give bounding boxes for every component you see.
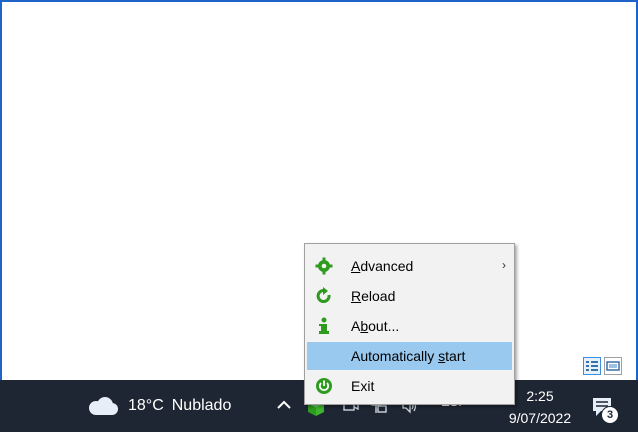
menu-item-label: Automatically start	[351, 348, 466, 364]
info-icon	[319, 317, 329, 334]
menu-item-label: Advanced	[351, 258, 414, 274]
gear-icon	[315, 257, 333, 275]
clock-date: 9/07/2022	[508, 410, 572, 426]
preview-view-button[interactable]	[604, 357, 622, 375]
menu-item-label: Reload	[351, 288, 396, 304]
notification-center-button[interactable]: 3	[591, 394, 621, 424]
tray-context-menu: Advanced › Reload About... Automatically…	[304, 243, 515, 405]
submenu-arrow-icon: ›	[502, 258, 506, 272]
chevron-up-icon[interactable]	[275, 396, 293, 414]
notification-count-badge: 3	[601, 406, 619, 424]
menu-item-advanced[interactable]: Advanced ›	[307, 252, 512, 280]
view-switch	[583, 357, 622, 377]
reload-icon	[316, 287, 331, 303]
cloud-icon	[86, 397, 120, 415]
menu-item-label: Exit	[351, 378, 375, 394]
menu-item-label: About...	[351, 318, 400, 334]
menu-item-about[interactable]: About...	[307, 312, 512, 340]
power-icon	[316, 378, 332, 394]
menu-item-automatically-start[interactable]: Automatically start	[307, 342, 512, 370]
menu-item-reload[interactable]: Reload	[307, 282, 512, 310]
details-view-button[interactable]	[583, 357, 601, 375]
menu-item-exit[interactable]: Exit	[307, 372, 512, 400]
weather-condition: Nublado	[171, 397, 232, 414]
weather-widget[interactable]: 18°C Nublado	[86, 380, 231, 432]
weather-temperature: 18°C	[128, 397, 164, 414]
preview-view-icon	[606, 361, 620, 371]
details-view-icon	[586, 361, 598, 371]
